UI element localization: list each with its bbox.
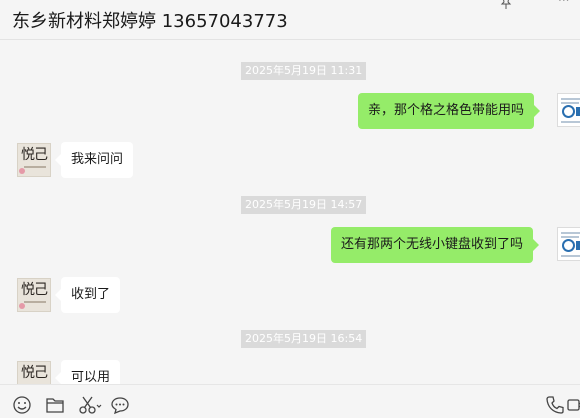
chat-title: 东乡新材料郑婷婷 13657043773 (12, 11, 288, 32)
chat-header: 东乡新材料郑婷婷 13657043773 ··· (0, 0, 580, 40)
timestamp: 2025年5月19日 11:31 (241, 62, 367, 80)
message-list[interactable]: 2025年5月19日 11:31 亲，那个格之格色带能用吗 悦己 我来问问 20… (0, 41, 580, 384)
contact-avatar[interactable]: 悦己 (17, 361, 51, 384)
message-bubble-sent[interactable]: 亲，那个格之格色带能用吗 (358, 93, 541, 129)
timestamp: 2025年5月19日 16:54 (241, 330, 367, 348)
message-bubble-sent[interactable]: 还有那两个无线小键盘收到了吗 (331, 227, 540, 263)
my-avatar[interactable] (557, 93, 580, 127)
message-bubble-received[interactable]: 我来问问 (54, 142, 134, 178)
input-toolbar (0, 384, 580, 418)
timestamp: 2025年5月19日 14:57 (241, 196, 367, 214)
contact-avatar[interactable]: 悦己 (17, 278, 51, 312)
my-avatar[interactable] (557, 227, 580, 261)
chat-bubble-icon[interactable] (110, 395, 130, 415)
pin-icon[interactable] (500, 0, 512, 9)
folder-icon[interactable] (45, 395, 65, 415)
message-bubble-received[interactable]: 可以用 (54, 360, 121, 384)
phone-icon[interactable] (545, 395, 565, 415)
more-icon[interactable]: ··· (558, 0, 569, 6)
video-call-icon[interactable] (566, 395, 580, 415)
message-bubble-received[interactable]: 收到了 (54, 277, 121, 313)
contact-avatar[interactable]: 悦己 (17, 143, 51, 177)
scissors-icon[interactable] (78, 395, 104, 415)
emoji-icon[interactable] (12, 395, 32, 415)
